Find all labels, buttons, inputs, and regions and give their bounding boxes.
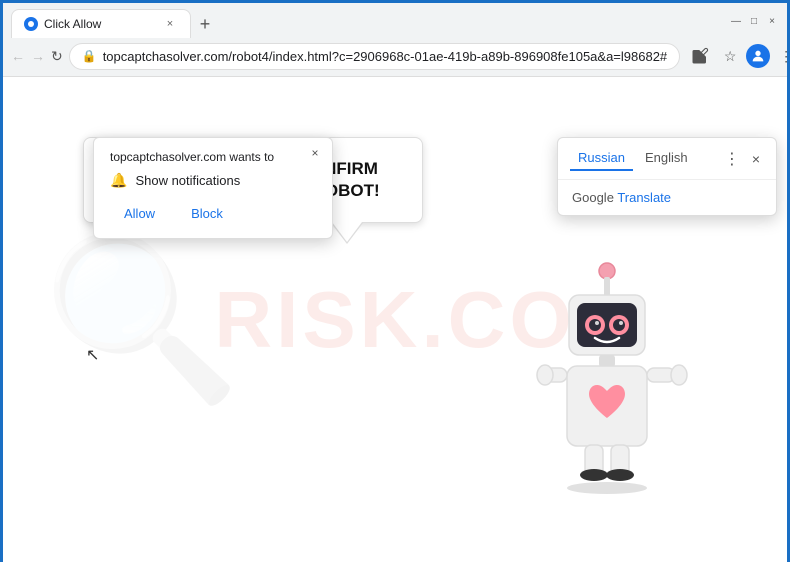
browser-chrome: Click Allow × + — □ × ← → ↻ 🔒 topcaptcha… [3,3,787,77]
window-controls: — □ × [729,15,779,33]
translate-popup: Russian English ⋮ × Google Translate [557,137,777,216]
omnibox-actions: ☆ ⋮ [686,42,790,70]
block-button[interactable]: Block [177,201,237,226]
bookmark-button[interactable]: ☆ [716,42,744,70]
page-content: 🔍 RISK.CO CLICK «ALLOW» TO CONFIRM THAT … [3,77,787,563]
popup-close-button[interactable]: × [306,144,324,162]
popup-site-label: topcaptchasolver.com wants to [110,150,316,164]
notification-row: 🔔 Show notifications [110,172,316,189]
tab-english[interactable]: English [637,146,696,171]
title-bar: Click Allow × + — □ × [3,3,787,38]
lock-icon: 🔒 [82,49,97,63]
close-button[interactable]: × [765,15,779,29]
menu-button[interactable]: ⋮ [772,42,790,70]
profile-translate-button[interactable] [686,42,714,70]
tab-title: Click Allow [44,17,101,31]
active-tab[interactable]: Click Allow × [11,9,191,38]
allow-button[interactable]: Allow [110,201,169,226]
reload-button[interactable]: ↻ [51,42,63,70]
notification-text: Show notifications [135,173,240,188]
back-button[interactable]: ← [11,42,25,70]
omnibox-row: ← → ↻ 🔒 topcaptchasolver.com/robot4/inde… [3,38,787,76]
tab-favicon [24,17,38,31]
tab-area: Click Allow × + [11,9,725,38]
google-label: Google [572,190,614,205]
omnibox[interactable]: 🔒 topcaptchasolver.com/robot4/index.html… [69,43,680,70]
maximize-button[interactable]: □ [747,15,761,29]
new-tab-button[interactable]: + [191,10,219,38]
translate-menu-button[interactable]: ⋮ [720,147,744,171]
translate-body: Google Translate [558,180,776,215]
profile-icon[interactable] [746,44,770,68]
bell-icon: 🔔 [110,172,127,189]
translate-header: Russian English ⋮ × [558,138,776,180]
popup-buttons: Allow Block [110,201,316,226]
robot-illustration [507,253,727,553]
translate-close-button[interactable]: × [748,149,764,169]
tab-close-button[interactable]: × [162,16,178,32]
url-text: topcaptchasolver.com/robot4/index.html?c… [103,49,667,64]
forward-button[interactable]: → [31,42,45,70]
magnifier-watermark: 🔍 [42,227,241,414]
translate-label[interactable]: Translate [617,190,671,205]
notification-popup: × topcaptchasolver.com wants to 🔔 Show n… [93,137,333,239]
mouse-cursor: ↖ [86,345,99,365]
minimize-button[interactable]: — [729,15,743,29]
tab-russian[interactable]: Russian [570,146,633,171]
